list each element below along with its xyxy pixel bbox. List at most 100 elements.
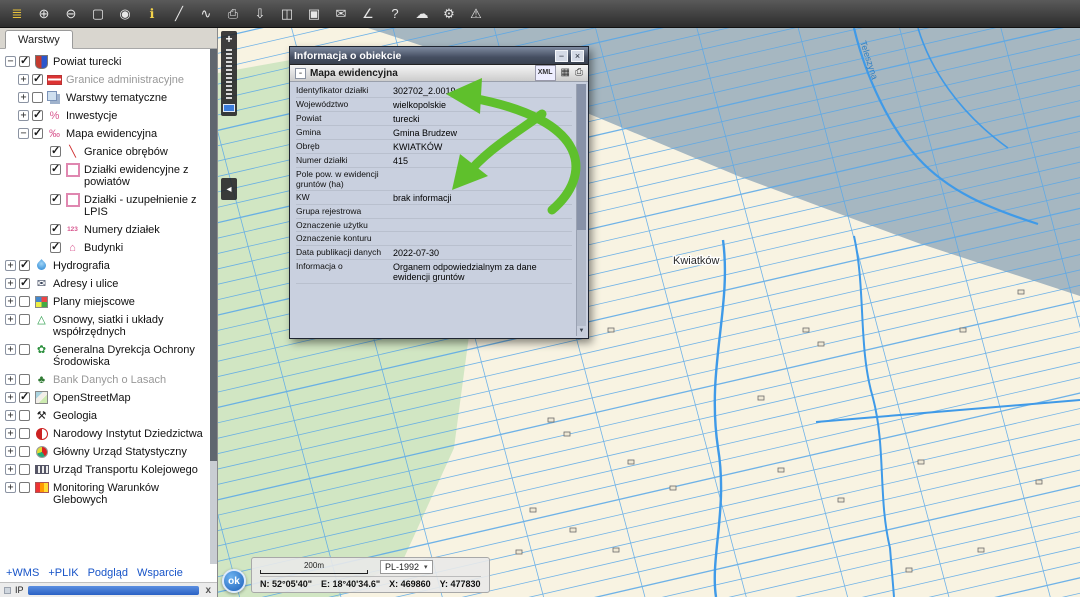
zoom-out-button[interactable]: ⊖ bbox=[59, 3, 83, 24]
expand-toggle[interactable]: + bbox=[5, 374, 16, 385]
print-button[interactable]: ⎙ bbox=[575, 67, 583, 79]
popup-scrollbar[interactable]: ▼ bbox=[576, 84, 586, 336]
sidebar-scrollbar[interactable] bbox=[210, 49, 217, 564]
measure-path-button[interactable]: ∿ bbox=[194, 3, 218, 24]
layer-checkbox[interactable] bbox=[19, 464, 30, 475]
layer-checkbox[interactable] bbox=[19, 56, 30, 67]
full-extent-button[interactable]: ◉ bbox=[113, 3, 137, 24]
expand-toggle[interactable]: + bbox=[5, 314, 16, 325]
expand-toggle[interactable]: + bbox=[5, 464, 16, 475]
layer-checkbox[interactable] bbox=[19, 260, 30, 271]
sidebar-scrollbar-thumb[interactable] bbox=[210, 49, 217, 461]
expand-toggle[interactable]: + bbox=[5, 410, 16, 421]
compare-button[interactable]: ◫ bbox=[275, 3, 299, 24]
expand-toggle[interactable]: + bbox=[18, 74, 29, 85]
layer-checkbox[interactable] bbox=[19, 428, 30, 439]
layer-label[interactable]: Urząd Transportu Kolejowego bbox=[53, 463, 198, 476]
section-collapse-toggle[interactable]: - bbox=[295, 68, 306, 79]
layer-checkbox[interactable] bbox=[32, 128, 43, 139]
layer-label[interactable]: Plany miejscowe bbox=[53, 295, 135, 308]
layer-label[interactable]: Bank Danych o Lasach bbox=[53, 373, 166, 386]
warning-button[interactable]: ⚠ bbox=[464, 3, 488, 24]
angles-button[interactable]: ∠ bbox=[356, 3, 380, 24]
zoom-in-button[interactable]: + bbox=[225, 33, 232, 47]
layer-label[interactable]: Działki - uzupełnienie z LPIS bbox=[84, 193, 205, 218]
layer-checkbox[interactable] bbox=[32, 74, 43, 85]
scroll-down-arrow[interactable]: ▼ bbox=[577, 326, 586, 336]
layer-label[interactable]: Numery działek bbox=[84, 223, 160, 236]
layer-checkbox[interactable] bbox=[50, 224, 61, 235]
popup-titlebar[interactable]: Informacja o obiekcie − × bbox=[290, 47, 588, 65]
ok-button[interactable]: ok bbox=[222, 569, 246, 593]
plik-link[interactable]: +PLIK bbox=[48, 567, 78, 579]
layer-checkbox[interactable] bbox=[50, 146, 61, 157]
collapse-toggle[interactable]: − bbox=[5, 56, 16, 67]
zoom-in-button[interactable]: ⊕ bbox=[32, 3, 56, 24]
xml-button[interactable]: XML bbox=[535, 65, 556, 81]
layer-checkbox[interactable] bbox=[32, 92, 43, 103]
feedback-button[interactable]: ✉ bbox=[329, 3, 353, 24]
layer-checkbox[interactable] bbox=[19, 314, 30, 325]
expand-toggle[interactable]: + bbox=[5, 428, 16, 439]
tab-warstwy[interactable]: Warstwy bbox=[5, 30, 73, 49]
help-button[interactable]: ? bbox=[383, 3, 407, 24]
zoom-slider-handle[interactable] bbox=[223, 104, 235, 112]
wms-link[interactable]: +WMS bbox=[6, 567, 39, 579]
close-button[interactable]: × bbox=[571, 50, 584, 62]
wsparcie-link[interactable]: Wsparcie bbox=[137, 567, 183, 579]
layer-checkbox[interactable] bbox=[19, 374, 30, 385]
expand-toggle[interactable]: + bbox=[18, 110, 29, 121]
crs-select[interactable]: PL-1992 ▾ bbox=[380, 560, 433, 574]
zoom-slider[interactable] bbox=[226, 47, 232, 101]
cloud-upload-button[interactable]: ☁ bbox=[410, 3, 434, 24]
layer-label[interactable]: Geologia bbox=[53, 409, 97, 422]
identify-button[interactable]: ℹ bbox=[140, 3, 164, 24]
download-button[interactable]: ⇩ bbox=[248, 3, 272, 24]
layer-label[interactable]: Osnowy, siatki i układy współrzędnych bbox=[53, 313, 205, 338]
layer-checkbox[interactable] bbox=[19, 344, 30, 355]
layer-checkbox[interactable] bbox=[19, 446, 30, 457]
layer-checkbox[interactable] bbox=[19, 278, 30, 289]
layer-label[interactable]: Hydrografia bbox=[53, 259, 110, 272]
popup-scrollbar-thumb[interactable] bbox=[577, 84, 586, 230]
expand-toggle[interactable]: + bbox=[5, 482, 16, 493]
layer-label[interactable]: OpenStreetMap bbox=[53, 391, 131, 404]
layer-label[interactable]: Warstwy tematyczne bbox=[66, 91, 167, 104]
close-panel-button[interactable]: x bbox=[203, 585, 213, 596]
layer-checkbox[interactable] bbox=[50, 242, 61, 253]
layer-label[interactable]: Główny Urząd Statystyczny bbox=[53, 445, 187, 458]
minimize-button[interactable]: − bbox=[555, 50, 568, 62]
layer-label[interactable]: Inwestycje bbox=[66, 109, 117, 122]
layer-checkbox[interactable] bbox=[32, 110, 43, 121]
print-button[interactable]: ⎙ bbox=[221, 3, 245, 24]
measure-line-button[interactable]: ╱ bbox=[167, 3, 191, 24]
layer-label[interactable]: Monitoring Warunków Glebowych bbox=[53, 481, 205, 506]
expand-toggle[interactable]: + bbox=[5, 260, 16, 271]
layer-label[interactable]: Budynki bbox=[84, 241, 123, 254]
layer-label[interactable]: Powiat turecki bbox=[53, 55, 121, 68]
expand-toggle[interactable]: + bbox=[5, 446, 16, 457]
layer-label[interactable]: Działki ewidencyjne z powiatów bbox=[84, 163, 205, 188]
collapse-sidebar-button[interactable]: ◂ bbox=[221, 178, 237, 200]
layer-checkbox[interactable] bbox=[19, 410, 30, 421]
layer-label[interactable]: Generalna Dyrekcja Ochrony Środowiska bbox=[53, 343, 205, 368]
zoom-window-button[interactable]: ▢ bbox=[86, 3, 110, 24]
layer-label[interactable]: Granice obrębów bbox=[84, 145, 168, 158]
layer-label[interactable]: Adresy i ulice bbox=[53, 277, 118, 290]
expand-toggle[interactable]: + bbox=[5, 296, 16, 307]
layer-checkbox[interactable] bbox=[19, 296, 30, 307]
expand-toggle[interactable]: + bbox=[18, 92, 29, 103]
settings-button[interactable]: ⚙ bbox=[437, 3, 461, 24]
expand-toggle[interactable]: + bbox=[5, 392, 16, 403]
layer-label[interactable]: Granice administracyjne bbox=[66, 73, 184, 86]
layer-checkbox[interactable] bbox=[50, 164, 61, 175]
podglad-link[interactable]: Podgląd bbox=[88, 567, 128, 579]
map-viewport[interactable]: Kwiatków Teleszyna + ◂ ok 200m PL-1992 bbox=[218, 28, 1080, 597]
expand-toggle[interactable]: + bbox=[5, 278, 16, 289]
snapshot-button[interactable]: ▣ bbox=[302, 3, 326, 24]
table-button[interactable]: ▦ bbox=[561, 67, 570, 79]
layer-label[interactable]: Narodowy Instytut Dziedzictwa bbox=[53, 427, 203, 440]
layer-label[interactable]: Mapa ewidencyjna bbox=[66, 127, 157, 140]
layer-checkbox[interactable] bbox=[19, 482, 30, 493]
expand-toggle[interactable]: + bbox=[5, 344, 16, 355]
